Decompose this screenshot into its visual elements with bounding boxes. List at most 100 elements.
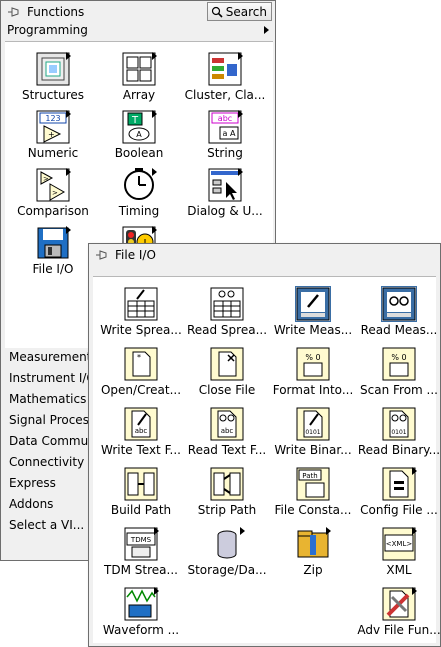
file-io-item-format-into-file[interactable]: % 0 Format Into... (269, 343, 357, 403)
file-io-item-read-spreadsheet[interactable]: Read Sprea... (183, 283, 271, 343)
file-io-item-zip[interactable]: Zip (269, 523, 357, 583)
file-io-item-storage[interactable]: Storage/Da... (183, 523, 271, 583)
advanced-file-functions-icon (382, 587, 417, 621)
file-io-item-open-create-file[interactable]: * Open/Creat... (97, 343, 185, 403)
palette-item-string[interactable]: abc a A String (181, 106, 269, 166)
svg-text:123: 123 (45, 114, 60, 123)
palette-item-boolean[interactable]: T A Boolean (95, 106, 183, 166)
submenu-arrow-icon (152, 168, 157, 176)
submenu-arrow-icon (152, 52, 157, 60)
palette-item-timing[interactable]: Timing (95, 164, 183, 224)
submenu-arrow-icon (154, 587, 159, 595)
file-io-item-label: Zip (303, 563, 323, 577)
file-io-grid: Write Sprea... Read Sprea... Write Meas...… (93, 276, 441, 643)
svg-text:<XML>: <XML> (386, 540, 413, 548)
category-label: Addons (9, 497, 54, 511)
comparison-icon: > > (36, 168, 71, 202)
file-io-item-tdm-streaming[interactable]: TDMS TDM Strea... (97, 523, 185, 583)
read-text-file-icon: abc (210, 407, 244, 441)
category-label: Express (9, 476, 56, 490)
palette-item-label: File I/O (32, 262, 74, 276)
submenu-arrow-icon (238, 52, 243, 60)
palette-item-dialog[interactable]: Dialog & U... (181, 164, 269, 224)
structures-icon (36, 52, 71, 86)
category-label: Select a VI... (9, 518, 85, 532)
submenu-arrow-icon (240, 527, 245, 535)
file-io-item-label: XML (386, 563, 412, 577)
dialog-icon (208, 168, 243, 202)
palette-item-label: Structures (21, 88, 85, 102)
submenu-arrow-icon (412, 467, 417, 475)
file-io-item-read-measurement[interactable]: Read Meas... (355, 283, 441, 343)
svg-text:% 0: % 0 (305, 353, 320, 362)
file-io-item-close-file[interactable]: Close File (183, 343, 271, 403)
submenu-arrow-icon (326, 527, 331, 535)
submenu-arrow-icon (66, 226, 71, 234)
palette-item-array[interactable]: Array (95, 48, 183, 108)
palette-item-numeric[interactable]: 123 + Numeric (9, 106, 97, 166)
file-io-item-scan-from-file[interactable]: % 0 Scan From ... (355, 343, 441, 403)
search-button[interactable]: Search (206, 2, 272, 21)
write-text-file-icon: abc (124, 407, 158, 441)
file-io-item-label: Open/Creat... (100, 383, 182, 397)
pin-icon[interactable] (95, 248, 109, 262)
programming-section-header[interactable]: Programming (7, 23, 271, 39)
submenu-arrow-icon (412, 587, 417, 595)
file-io-item-waveform-file[interactable]: Waveform ... (97, 583, 185, 643)
file-io-item-file-constants[interactable]: Path File Consta... (269, 463, 357, 523)
category-label: Mathematics (9, 392, 87, 406)
file-io-item-label: Read Meas... (360, 323, 438, 337)
palette-item-label: Numeric (27, 146, 79, 160)
write-spreadsheet-icon (124, 287, 158, 321)
svg-text:a A: a A (223, 129, 236, 138)
functions-titlebar: Functions Search (1, 1, 275, 23)
pin-icon[interactable] (7, 5, 21, 19)
file-io-item-advanced-file-functions[interactable]: Adv File Fun... (355, 583, 441, 643)
svg-text:>: > (52, 189, 58, 197)
file-io-item-xml[interactable]: <XML> XML (355, 523, 441, 583)
submenu-arrow-icon (66, 168, 71, 176)
waveform-file-icon (124, 587, 159, 621)
file-io-item-build-path[interactable]: Build Path (97, 463, 185, 523)
file-io-item-label: TDM Strea... (104, 563, 178, 577)
file-io-item-read-text-file[interactable]: abc Read Text F... (183, 403, 271, 463)
file-io-item-label: Strip Path (197, 503, 257, 517)
submenu-arrow-icon (66, 110, 71, 118)
boolean-icon: TA (122, 110, 157, 144)
palette-item-label: Boolean (114, 146, 164, 160)
read-binary-file-icon: 0101 (382, 407, 416, 441)
category-label: Connectivity (9, 455, 85, 469)
file-constants-icon: Path (296, 467, 330, 501)
file-io-item-write-binary-file[interactable]: 0101 Write Binar... (269, 403, 357, 463)
svg-text:T: T (131, 115, 139, 126)
file-io-item-write-measurement[interactable]: Write Meas... (269, 283, 357, 343)
file-io-item-label: Scan From ... (360, 383, 438, 397)
file-io-item-write-spreadsheet[interactable]: Write Sprea... (97, 283, 185, 343)
tdm-streaming-icon: TDMS (124, 527, 159, 561)
svg-text:abc: abc (218, 114, 232, 123)
file-io-icon (36, 226, 71, 260)
file-io-item-config-file[interactable]: Config File ... (355, 463, 441, 523)
file-io-item-read-binary-file[interactable]: 0101 Read Binary... (355, 403, 441, 463)
file-io-item-write-text-file[interactable]: abc Write Text F... (97, 403, 185, 463)
file-io-item-label: Format Into... (272, 383, 354, 397)
read-measurement-icon (381, 286, 417, 322)
svg-text:+: + (48, 130, 55, 139)
category-label: Instrument I/O (9, 371, 96, 385)
build-path-icon (124, 467, 158, 501)
open-create-file-icon: * (124, 347, 158, 381)
palette-item-structures[interactable]: Structures (9, 48, 97, 108)
close-file-icon (210, 347, 244, 381)
format-into-file-icon: % 0 (296, 347, 330, 381)
svg-text:Path: Path (302, 472, 317, 480)
write-measurement-icon (295, 286, 331, 322)
submenu-arrow-icon (152, 110, 157, 118)
write-binary-file-icon: 0101 (296, 407, 330, 441)
palette-item-cluster[interactable]: Cluster, Cla... (181, 48, 269, 108)
cluster-icon (208, 52, 243, 86)
storage-icon (210, 527, 245, 561)
palette-item-comparison[interactable]: > > Comparison (9, 164, 97, 224)
file-io-item-strip-path[interactable]: Strip Path (183, 463, 271, 523)
svg-text:abc: abc (221, 427, 234, 435)
palette-item-file-io[interactable]: File I/O (9, 222, 97, 282)
